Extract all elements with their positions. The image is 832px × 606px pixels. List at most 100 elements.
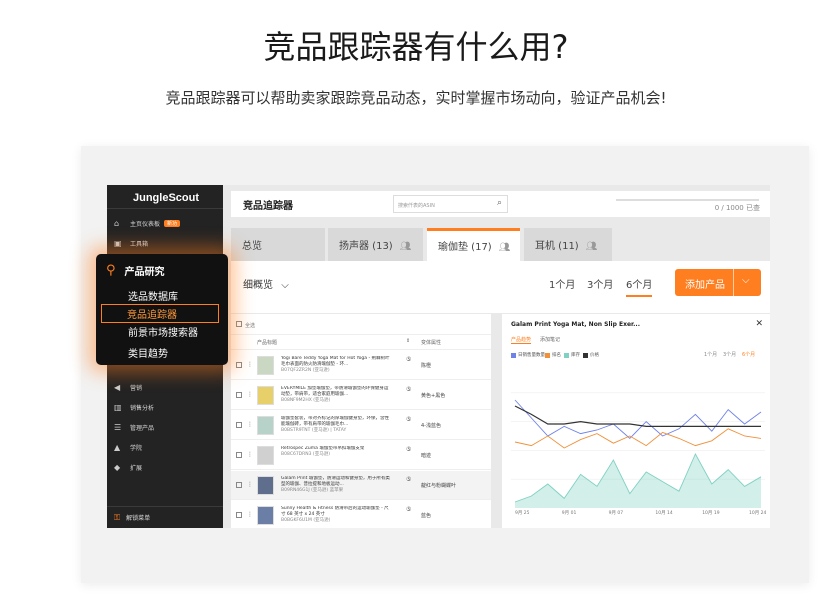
main-content: 竞品追踪器 搜索仟表的ASIN ⌕ 0 / 1000 已查 总览 扬声器 (13… (223, 185, 770, 528)
menu-item-product-tracker[interactable]: 竞品追踪器 (101, 304, 219, 323)
more-icon[interactable]: ⋮ (247, 451, 253, 458)
product-title-text: EVERYMILE 加垫瑜伽垫，带防滑瑜伽垫的环保健身运动垫，带肩带，适合家庭用… (281, 386, 389, 397)
more-icon[interactable]: ⋮ (247, 391, 253, 398)
unlock-menu-button[interactable]: ⚿ 解锁菜单 (107, 506, 223, 528)
product-asin: B08C67DRN3 (亚马逊) (281, 452, 330, 457)
table-row[interactable]: ⋮ Yogi Bare Teddy Yoga Mat for Hot Yoga … (231, 351, 491, 380)
tab-label: 扬声器 (13) (339, 241, 393, 252)
overview-panel: 细概览 ⌵ 1个月 3个月 6个月 添加产品 ⌵ (231, 261, 770, 313)
product-title[interactable]: Sunny Health & Fitness 防滑带后的运动瑜伽垫 - 尺寸 6… (281, 506, 391, 526)
variant-attribute: 蓝色 (421, 513, 432, 519)
tab-add-notes[interactable]: 添加笔记 (540, 336, 560, 343)
sidebar-item-label: 营销 (130, 384, 143, 392)
extension-icon: ◆ (114, 462, 121, 472)
menu-item-opportunity-finder[interactable]: 前景市场搜索器 (128, 324, 198, 339)
sidebar-item-label: 学院 (130, 444, 143, 452)
sidebar-item-marketing[interactable]: ◀ 营销 (107, 377, 223, 397)
product-title[interactable]: Yogi Bare Teddy Yoga Mat for Hot Yoga - … (281, 356, 391, 376)
tab-speakers[interactable]: 扬声器 (13) 👥︎ (328, 228, 423, 261)
chart-period-1-month[interactable]: 1个月 (704, 351, 717, 358)
rank-icon: ⑤ (406, 386, 412, 393)
chart-period-3-months[interactable]: 3个月 (723, 351, 736, 358)
chart-period-6-months[interactable]: 6个月 (742, 351, 755, 358)
variant-attribute: 靛红与粉蝴蝶叶 (421, 483, 457, 489)
row-checkbox[interactable] (236, 482, 242, 488)
sidebar-item-dashboard[interactable]: ⌂ 主页仪表板 新功 (107, 213, 223, 233)
select-all[interactable]: 全选 (236, 321, 255, 329)
more-icon[interactable]: ⋮ (247, 511, 253, 518)
table-row[interactable]: ⋮ 瑜伽垫套装，带对齐标记的厚瑜伽健身垫，环保，含性能瑜伽砖，带有肩带的瑜伽毛巾… (231, 411, 491, 440)
legend-rank[interactable]: 排名 (545, 352, 561, 358)
legend-label: 日销售量数量 (518, 353, 545, 358)
chevron-down-icon[interactable]: ⌵ (742, 275, 750, 286)
sidebar-item-sales-analytics[interactable]: ▥ 销售分析 (107, 397, 223, 417)
search-icon[interactable]: ⌕ (497, 198, 502, 208)
sidebar-item-toolbox[interactable]: ▣ 工具箱 (107, 233, 223, 253)
row-checkbox[interactable] (236, 422, 242, 428)
rank-icon: ⑤ (406, 416, 412, 423)
legend-inventory[interactable]: 库存 (564, 352, 580, 358)
row-checkbox[interactable] (236, 512, 242, 518)
overview-dropdown[interactable]: 细概览 ⌵ (243, 276, 289, 291)
row-checkbox[interactable] (236, 452, 242, 458)
product-title[interactable]: 瑜伽垫套装，带对齐标记的厚瑜伽健身垫，环保，含性能瑜伽砖，带有肩带的瑜伽毛巾..… (281, 416, 391, 436)
quota-progress-bar (616, 199, 759, 201)
sidebar-item-label: 管理产品 (130, 424, 155, 432)
close-icon[interactable]: ✕ (755, 319, 763, 329)
column-header[interactable]: 产品标题 (257, 339, 277, 346)
table-row[interactable]: ⋮ Retrospec Zuma 瑜伽垫带吊扣瑜伽支架 B08C67DRN3 (亚… (231, 441, 491, 470)
product-trend-panel: Galam Print Yoga Mat, Non Slip Exer... ✕… (502, 314, 770, 528)
button-divider (733, 269, 734, 296)
page-subtitle: 竞品跟踪器可以帮助卖家跟踪竞品动态，实时掌握市场动向，验证产品机会! (165, 89, 667, 107)
table-row[interactable]: ⋮ Galam Print 瑜伽垫，防滑运动和健身垫，用于所有类型的瑜伽、普拉提… (231, 471, 491, 500)
tab-yoga-mats[interactable]: 瑜伽垫 (17) 👥︎ (427, 228, 520, 261)
table-row[interactable]: ⋮ EVERYMILE 加垫瑜伽垫，带防滑瑜伽垫的环保健身运动垫，带肩带，适合家… (231, 381, 491, 410)
product-title[interactable]: EVERYMILE 加垫瑜伽垫，带防滑瑜伽垫的环保健身运动垫，带肩带，适合家庭用… (281, 386, 391, 406)
quota-text: 0 / 1000 已查 (714, 204, 760, 212)
add-product-label: 添加产品 (685, 280, 725, 291)
row-checkbox[interactable] (236, 362, 242, 368)
asin-search-input[interactable]: 搜索仟表的ASIN ⌕ (393, 195, 508, 213)
tab-product-trend[interactable]: 产品趋势 (511, 336, 532, 344)
table-row[interactable]: ⋮ Sunny Health & Fitness 防滑带后的运动瑜伽垫 - 尺寸… (231, 501, 491, 528)
unlock-menu-label: 解锁菜单 (126, 515, 151, 522)
sidebar-item-extension[interactable]: ◆ 扩展 (107, 457, 223, 477)
sidebar-item-academy[interactable]: ▲ 学院 (107, 437, 223, 457)
period-1-month[interactable]: 1个月 (549, 276, 575, 291)
more-icon[interactable]: ⋮ (247, 481, 253, 488)
sidebar-item-manage-products[interactable]: ☰ 管理产品 (107, 417, 223, 437)
more-icon[interactable]: ⋮ (247, 421, 253, 428)
sort-icon[interactable]: ⇕ (406, 338, 410, 344)
shared-users-icon: 👥︎ (498, 243, 511, 253)
more-icon[interactable]: ⋮ (247, 361, 253, 368)
menu-item-product-database[interactable]: 选品数据库 (128, 288, 178, 303)
bar-chart-icon: ▥ (114, 402, 122, 412)
menu-item-category-trends[interactable]: 类目趋势 (128, 345, 168, 360)
magnifier-icon: ⚲ (106, 263, 116, 278)
row-checkbox[interactable] (236, 392, 242, 398)
select-all-checkbox[interactable] (236, 321, 242, 327)
column-header[interactable]: 变体属性 (421, 339, 441, 346)
x-tick-label: 9月 07 (608, 511, 624, 516)
period-6-months[interactable]: 6个月 (626, 276, 653, 297)
product-title[interactable]: Retrospec Zuma 瑜伽垫带吊扣瑜伽支架 B08C67DRN3 (亚马逊… (281, 446, 391, 466)
legend-label: 价格 (590, 353, 599, 358)
chart-title: Galam Print Yoga Mat, Non Slip Exer... (511, 321, 640, 328)
graduation-cap-icon: ▲ (114, 442, 121, 452)
add-product-button[interactable]: 添加产品 ⌵ (675, 269, 761, 296)
tab-label: 耳机 (11) (535, 241, 579, 252)
period-3-months[interactable]: 3个月 (587, 276, 613, 291)
product-title[interactable]: Galam Print 瑜伽垫，防滑运动和健身垫，用于所有类型的瑜伽、普拉提和地… (281, 476, 391, 496)
legend-price[interactable]: 价格 (583, 352, 599, 358)
legend-sales[interactable]: 日销售量数量 (511, 352, 545, 358)
legend-swatch (545, 352, 550, 358)
top-bar: 竞品追踪器 搜索仟表的ASIN ⌕ 0 / 1000 已查 (231, 191, 770, 217)
product-thumbnail (257, 356, 274, 375)
tab-overview[interactable]: 总览 (231, 228, 325, 261)
product-thumbnail (257, 386, 274, 405)
tab-headphones[interactable]: 耳机 (11) 👥︎ (524, 228, 612, 261)
variant-attribute: 4-浅蓝色 (421, 423, 441, 429)
rank-icon: ⑤ (406, 356, 412, 363)
rank-icon: ⑤ (406, 476, 412, 483)
product-asin: B07QF2ZR2N (亚马逊) (281, 368, 330, 373)
